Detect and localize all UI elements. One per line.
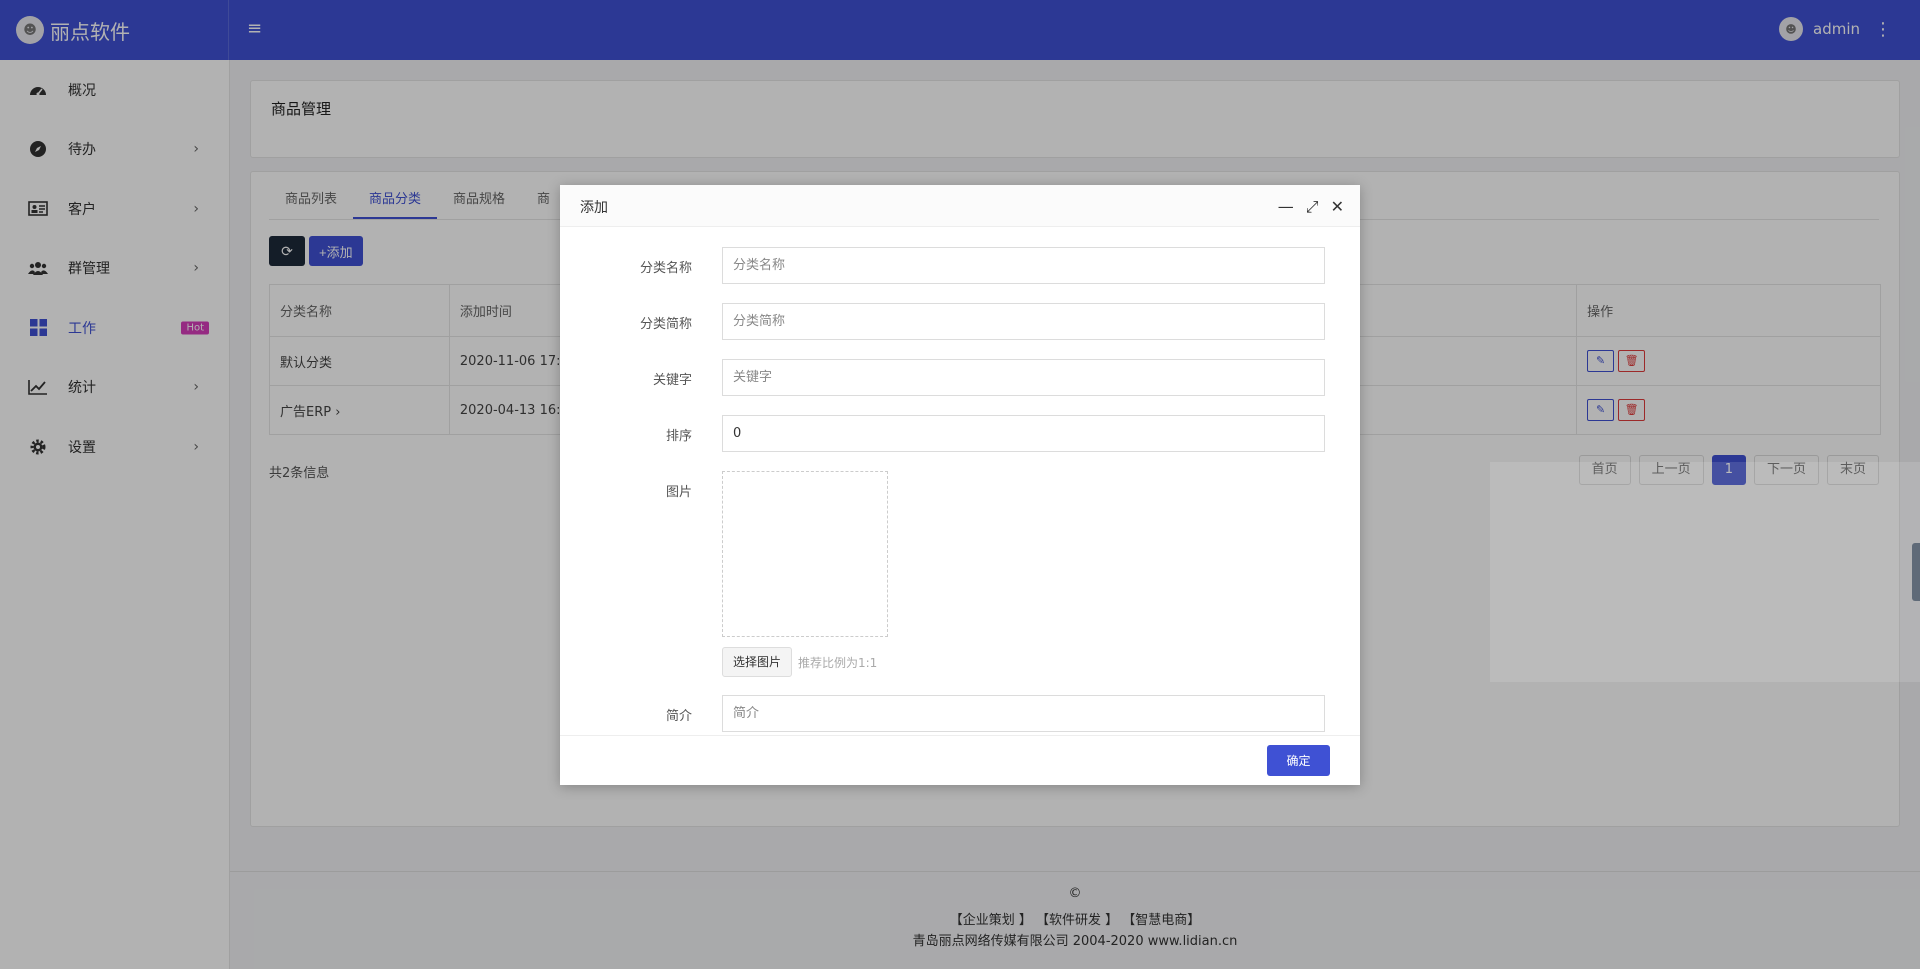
image-preview-box[interactable] [722,471,888,637]
intro-textarea[interactable]: 简介 [722,695,1325,732]
minimize-icon[interactable]: — [1278,197,1294,217]
side-drawer-handle[interactable] [1912,543,1920,601]
name-label: 分类名称 [639,261,692,276]
keyword-label: 关键字 [652,373,692,388]
short-name-label: 分类简称 [639,317,692,332]
category-name-input[interactable]: 分类名称 [722,247,1325,284]
short-name-input[interactable]: 分类简称 [722,303,1325,340]
add-category-dialog: 添加 — ⤢ ✕ 分类名称 分类名称 分类简称 分类简称 关键字 关键字 排序 … [560,185,1360,785]
keyword-input[interactable]: 关键字 [722,359,1325,396]
image-ratio-hint: 推荐比例为1:1 [798,656,878,670]
intro-label: 简介 [665,709,692,724]
dialog-header: 添加 — ⤢ ✕ [560,185,1360,227]
confirm-button[interactable]: 确定 [1267,745,1330,776]
dialog-body: 分类名称 分类名称 分类简称 分类简称 关键字 关键字 排序 0 图片 选择图片… [560,227,1360,735]
choose-image-button[interactable]: 选择图片 [722,647,793,677]
ghost-panel [1490,462,1920,682]
dialog-controls: — ⤢ ✕ [1278,197,1344,217]
close-icon[interactable]: ✕ [1331,197,1344,217]
sort-label: 排序 [665,429,692,444]
image-label: 图片 [665,485,692,500]
dialog-title: 添加 [580,200,608,216]
sort-input[interactable]: 0 [722,415,1325,452]
dialog-footer: 确定 [560,735,1360,785]
maximize-icon[interactable]: ⤢ [1306,197,1319,217]
